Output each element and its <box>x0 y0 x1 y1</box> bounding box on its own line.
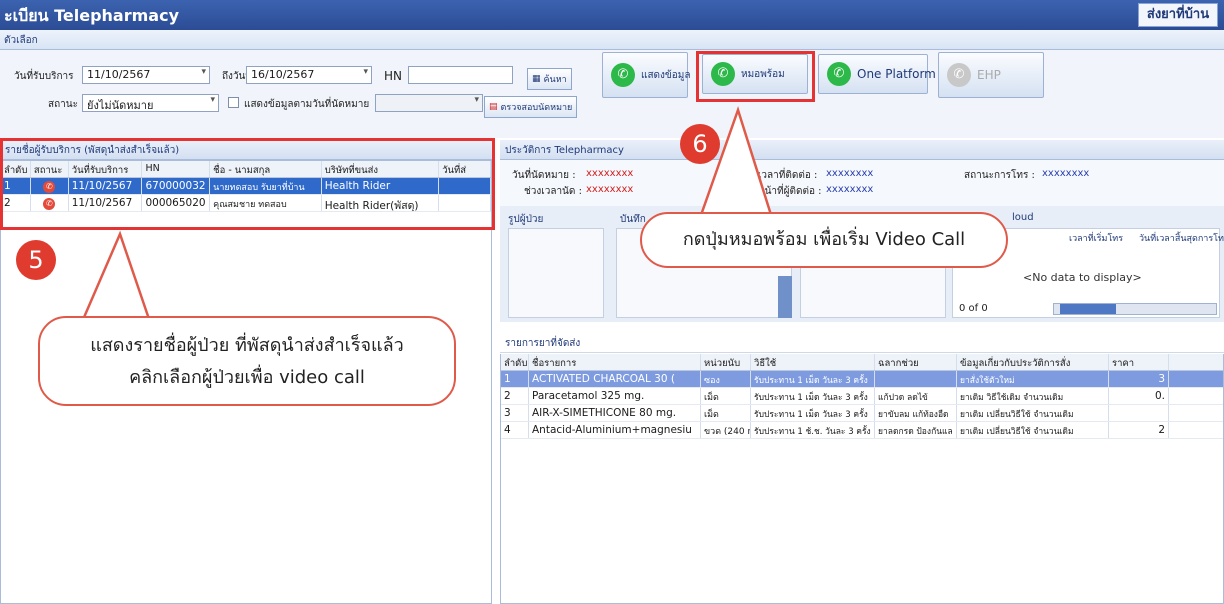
callout-step5-line1: แสดงรายชื่อผู้ป่วย ที่พัสดุนำส่งสำเร็จแล… <box>90 335 404 356</box>
callout5-pointer <box>80 230 152 324</box>
callout-step5: แสดงรายชื่อผู้ป่วย ที่พัสดุนำส่งสำเร็จแล… <box>38 316 456 406</box>
step-6-badge: 6 <box>680 124 720 164</box>
step-5-badge: 5 <box>16 240 56 280</box>
annotation-pointers <box>80 106 774 324</box>
callout-step6: กดปุ่มหมอพร้อม เพื่อเริ่ม Video Call <box>640 212 1008 268</box>
callout-step5-line2: คลิกเลือกผู้ป่วยเพื่อ video call <box>129 367 365 388</box>
